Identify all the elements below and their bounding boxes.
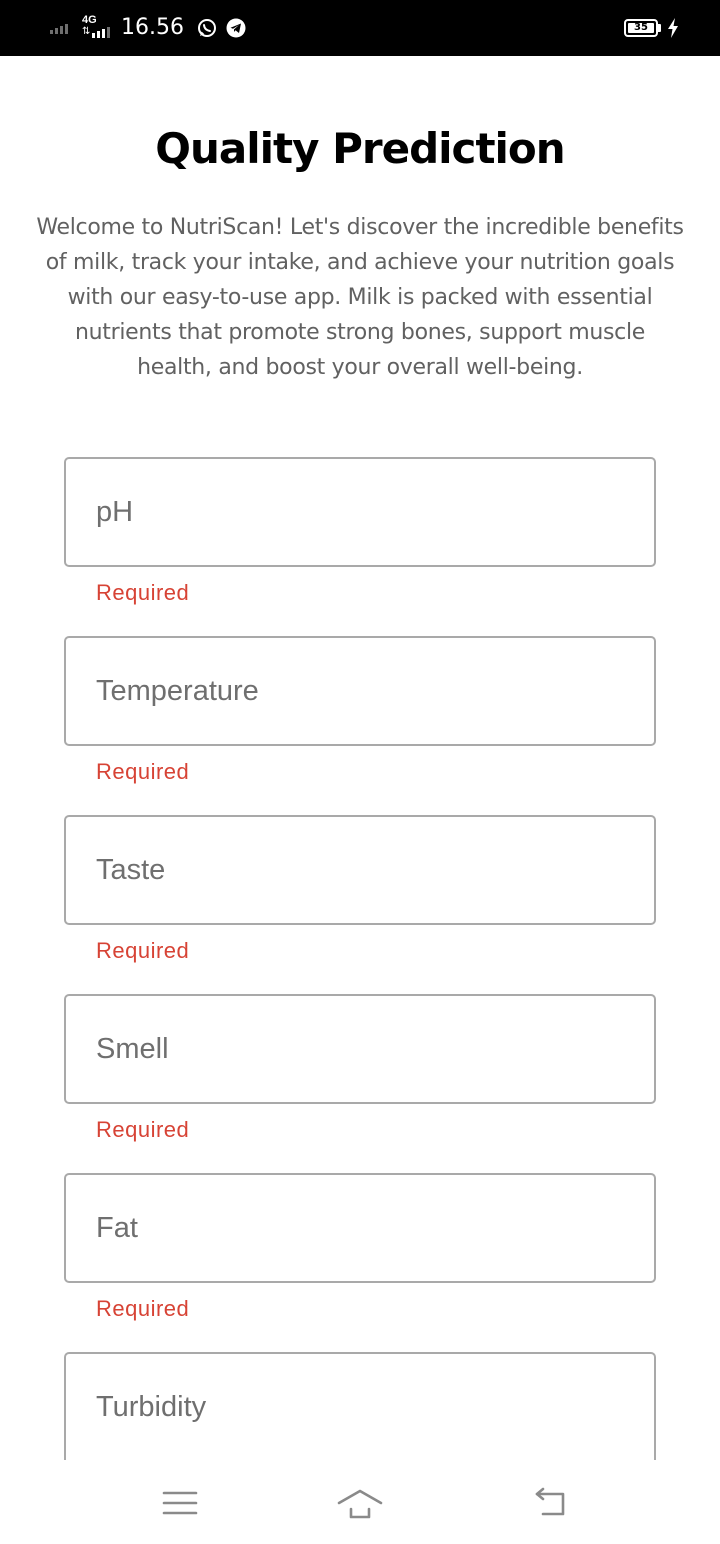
network-signal-icon bbox=[92, 27, 110, 38]
battery-icon: 35 bbox=[624, 19, 658, 37]
home-icon bbox=[337, 1489, 383, 1519]
taste-error: Required bbox=[96, 938, 190, 963]
battery-level: 35 bbox=[634, 22, 648, 33]
ph-error: Required bbox=[96, 580, 190, 605]
fat-error: Required bbox=[96, 1296, 190, 1321]
status-bar: 4G ⇅ 16.56 35 bbox=[0, 0, 720, 56]
fat-input[interactable] bbox=[96, 1175, 636, 1281]
temperature-error: Required bbox=[96, 759, 190, 784]
ph-field[interactable] bbox=[64, 457, 656, 567]
menu-icon bbox=[162, 1491, 198, 1515]
smell-error: Required bbox=[96, 1117, 190, 1142]
intro-text: Welcome to NutriScan! Let's discover the… bbox=[36, 215, 684, 380]
taste-input[interactable] bbox=[96, 817, 636, 923]
network-type: 4G bbox=[82, 14, 97, 26]
temperature-field[interactable] bbox=[64, 636, 656, 746]
turbidity-field[interactable] bbox=[64, 1352, 656, 1460]
charging-icon bbox=[668, 18, 678, 38]
menu-button[interactable] bbox=[150, 1482, 210, 1524]
page-title: Quality Prediction bbox=[155, 124, 565, 173]
status-time: 16.56 bbox=[121, 15, 184, 40]
back-button[interactable] bbox=[519, 1482, 579, 1524]
navigation-bar bbox=[0, 1460, 720, 1544]
temperature-input[interactable] bbox=[96, 638, 636, 744]
signal-icon bbox=[50, 24, 68, 34]
telegram-icon bbox=[226, 18, 246, 38]
taste-field[interactable] bbox=[64, 815, 656, 925]
smell-field[interactable] bbox=[64, 994, 656, 1104]
network-activity-icon: ⇅ bbox=[82, 26, 91, 37]
ph-input[interactable] bbox=[96, 459, 636, 565]
whatsapp-icon bbox=[198, 19, 216, 37]
turbidity-input[interactable] bbox=[96, 1354, 636, 1460]
fat-field[interactable] bbox=[64, 1173, 656, 1283]
back-icon bbox=[535, 1487, 565, 1516]
smell-input[interactable] bbox=[96, 996, 636, 1102]
battery-tip bbox=[658, 24, 661, 32]
home-button[interactable] bbox=[330, 1482, 390, 1524]
